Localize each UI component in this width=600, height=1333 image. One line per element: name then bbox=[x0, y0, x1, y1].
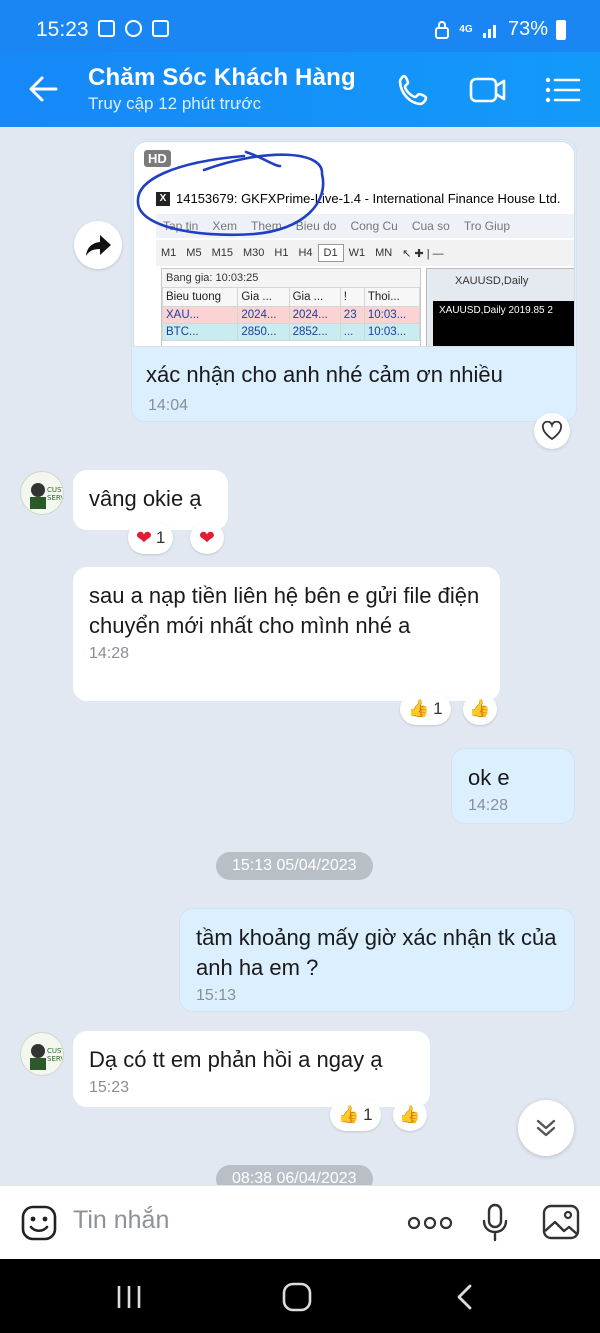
status-right: 4G 73% bbox=[434, 18, 566, 41]
message-time: 14:28 bbox=[89, 645, 130, 662]
video-call-icon[interactable] bbox=[468, 70, 508, 110]
message-time: 15:13 bbox=[196, 987, 237, 1004]
battery-percent: 73% bbox=[507, 18, 548, 40]
svg-text:CUST: CUST bbox=[47, 1047, 64, 1055]
battery-icon bbox=[556, 19, 566, 40]
reaction-number: 1 bbox=[363, 1105, 373, 1124]
message-input[interactable]: Tin nhắn bbox=[73, 1206, 169, 1235]
message-text: Dạ có tt em phản hồi a ngay ạ bbox=[89, 1047, 383, 1072]
app-notification-icon bbox=[152, 20, 169, 37]
date-separator: 15:13 05/04/2023 bbox=[216, 852, 373, 880]
message-time: 15:23 bbox=[89, 1079, 130, 1096]
notification-icons bbox=[98, 20, 169, 37]
home-icon[interactable] bbox=[281, 1281, 313, 1313]
more-options-icon[interactable] bbox=[407, 1214, 453, 1232]
contact-avatar[interactable]: CUST SERV bbox=[20, 1032, 64, 1076]
scroll-to-bottom-button[interactable] bbox=[518, 1100, 574, 1156]
message-incoming[interactable]: vâng okie ạ bbox=[73, 470, 228, 530]
chat-header: Chăm Sóc Khách Hàng Truy cập 12 phút trư… bbox=[0, 52, 600, 127]
message-incoming[interactable]: Dạ có tt em phản hồi a ngay ạ 15:23 bbox=[73, 1031, 430, 1107]
message-text: sau a nạp tiền liên hệ bên e gửi file đi… bbox=[89, 583, 480, 638]
message-input-bar: Tin nhắn bbox=[0, 1185, 600, 1259]
svg-text:CUST: CUST bbox=[47, 486, 64, 494]
phone-icon[interactable] bbox=[394, 70, 434, 110]
svg-text:SERV: SERV bbox=[47, 1055, 64, 1063]
svg-text:SERV: SERV bbox=[47, 494, 64, 502]
thumbs-up-react-button[interactable]: 👍 bbox=[393, 1099, 427, 1131]
message-time: 14:28 bbox=[468, 797, 509, 814]
status-time: 15:23 bbox=[36, 18, 89, 41]
back-icon[interactable] bbox=[455, 1283, 475, 1311]
thumbs-up-icon: 👍 bbox=[469, 699, 491, 718]
chrome-notification-icon bbox=[125, 20, 142, 37]
heart-reaction-icon: ❤ bbox=[136, 527, 152, 549]
message-incoming[interactable]: sau a nạp tiền liên hệ bên e gửi file đi… bbox=[73, 567, 500, 701]
navigation-bar bbox=[0, 1259, 600, 1333]
heart-react-button[interactable]: ❤ bbox=[190, 522, 224, 554]
emoji-icon[interactable] bbox=[20, 1204, 58, 1242]
message-outgoing[interactable]: ok e 14:28 bbox=[451, 748, 575, 824]
avatar-image-icon: CUSTSERV bbox=[30, 1044, 64, 1070]
forward-button[interactable] bbox=[74, 221, 122, 269]
reaction-number: 1 bbox=[155, 528, 166, 547]
reaction-number: 1 bbox=[433, 699, 443, 718]
network-type: 4G bbox=[459, 23, 473, 35]
heart-icon: ❤ bbox=[199, 527, 215, 549]
like-button[interactable] bbox=[534, 413, 570, 449]
hand-drawn-circle bbox=[136, 150, 325, 236]
message-text: vâng okie ạ bbox=[89, 486, 202, 511]
last-seen: Truy cập 12 phút trước bbox=[88, 94, 262, 113]
contact-avatar[interactable]: CUST SERV bbox=[20, 471, 64, 515]
message-outgoing[interactable]: tầm khoảng mấy giờ xác nhận tk của anh h… bbox=[179, 908, 575, 1012]
message-list[interactable]: HD X 14153679: GKFXPrime-Live-1.4 - Inte… bbox=[0, 127, 600, 1185]
heart-outline-icon bbox=[541, 421, 563, 441]
thumbs-up-reaction-icon: 👍 bbox=[408, 699, 430, 718]
status-bar: 15:23 4G 73% bbox=[0, 0, 600, 52]
signal-icon bbox=[482, 24, 496, 38]
double-chevron-down-icon bbox=[536, 1119, 556, 1137]
avatar-image-icon: CUSTSERV bbox=[30, 483, 64, 509]
reaction-count[interactable]: 👍 1 bbox=[330, 1099, 381, 1131]
message-time: 14:04 bbox=[148, 397, 189, 414]
microphone-icon[interactable] bbox=[480, 1202, 510, 1244]
forward-arrow-icon bbox=[86, 235, 111, 256]
image-gallery-icon[interactable] bbox=[541, 1203, 581, 1241]
date-separator: 08:38 06/04/2023 bbox=[216, 1165, 373, 1185]
message-text: ok e bbox=[468, 765, 510, 790]
reaction-count[interactable]: ❤ 1 bbox=[128, 522, 174, 554]
message-text: tầm khoảng mấy giờ xác nhận tk của anh h… bbox=[196, 925, 557, 980]
menu-icon[interactable] bbox=[542, 70, 582, 110]
message-text: xác nhận cho anh nhé cảm ơn nhiều bbox=[146, 362, 503, 387]
lock-icon bbox=[434, 20, 449, 39]
thumbs-up-reaction-icon: 👍 bbox=[338, 1105, 360, 1124]
recent-apps-icon[interactable] bbox=[114, 1284, 144, 1310]
thumbs-up-react-button[interactable]: 👍 bbox=[463, 693, 497, 725]
reaction-count[interactable]: 👍 1 bbox=[400, 693, 451, 725]
trading-platform-screenshot[interactable]: HD X 14153679: GKFXPrime-Live-1.4 - Inte… bbox=[133, 141, 575, 347]
thumbs-up-icon: 👍 bbox=[399, 1105, 421, 1124]
back-arrow-icon[interactable] bbox=[26, 72, 60, 106]
contact-name[interactable]: Chăm Sóc Khách Hàng bbox=[88, 64, 356, 92]
gallery-notification-icon bbox=[98, 20, 115, 37]
